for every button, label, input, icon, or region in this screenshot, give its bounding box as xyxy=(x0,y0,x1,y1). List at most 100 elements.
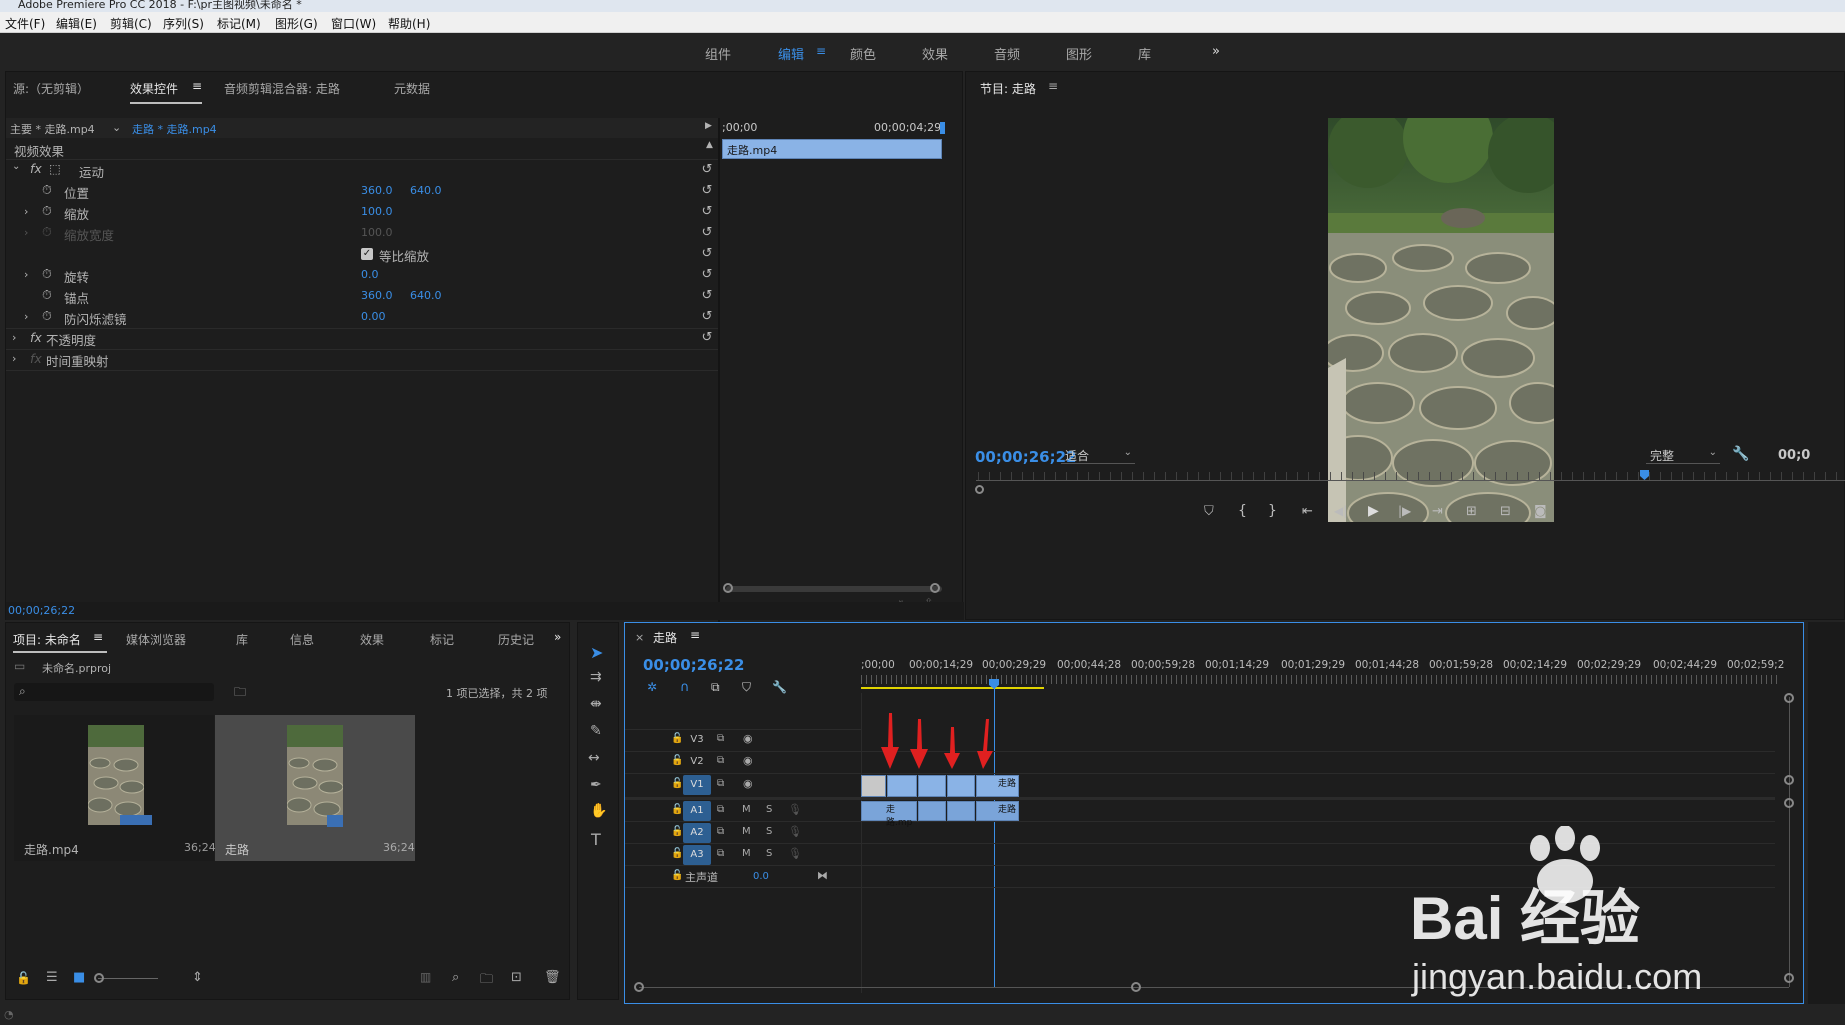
ws-graphics[interactable]: 图形 xyxy=(1066,44,1092,63)
reset-icon[interactable]: ↺ xyxy=(700,163,714,177)
v-scroll-handle[interactable] xyxy=(1784,775,1794,785)
expand-icon[interactable]: › xyxy=(24,310,28,323)
menu-window[interactable]: 窗口(W) xyxy=(331,15,376,32)
sync-lock-icon[interactable]: ⧉ xyxy=(717,804,724,815)
expand-icon[interactable]: › xyxy=(12,352,16,365)
play-icon[interactable]: ▶ xyxy=(1368,503,1379,519)
tab-media-browser[interactable]: 媒体浏览器 xyxy=(126,631,186,648)
expand-motion-icon[interactable]: ⌄ xyxy=(12,161,20,172)
stopwatch-icon[interactable]: ⏱ xyxy=(42,266,52,282)
ws-libraries[interactable]: 库 xyxy=(1138,44,1151,63)
go-to-out-icon[interactable]: ⇥ xyxy=(1432,504,1443,519)
stopwatch-icon[interactable]: ⏱ xyxy=(42,287,52,303)
project-item-selected[interactable]: 走路 36;24 xyxy=(215,715,415,861)
mini-timeline-scrollbar[interactable] xyxy=(726,586,942,592)
find-icon[interactable]: ⌕ xyxy=(452,970,459,985)
menu-edit[interactable]: 编辑(E) xyxy=(56,15,97,32)
menu-clip[interactable]: 剪辑(C) xyxy=(110,15,152,32)
split-divider[interactable] xyxy=(718,118,720,668)
ws-color[interactable]: 颜色 xyxy=(850,44,876,63)
prop-flicker-value[interactable]: 0.00 xyxy=(361,310,386,323)
sync-lock-icon[interactable]: ⧉ xyxy=(717,733,724,744)
menu-sequence[interactable]: 序列(S) xyxy=(163,15,204,32)
tab-project[interactable]: 项目: 未命名 xyxy=(13,631,81,648)
scroll-handle-left[interactable] xyxy=(723,583,733,593)
selection-tool-icon[interactable]: ➤ xyxy=(590,643,603,662)
lock-icon[interactable]: 🔓 xyxy=(671,826,683,837)
ws-assembly[interactable]: 组件 xyxy=(705,44,731,63)
timeline-timecode[interactable]: 00;00;26;22 xyxy=(643,656,745,674)
timeline-ruler[interactable]: ;00;00 00;00;14;29 00;00;29;29 00;00;44;… xyxy=(861,659,1784,693)
eye-icon[interactable]: ◉ xyxy=(743,754,753,767)
v-scroll-handle[interactable] xyxy=(1784,798,1794,808)
lock-icon[interactable]: 🔓 xyxy=(671,804,683,815)
uniform-scale-checkbox[interactable]: ✓ xyxy=(361,248,373,260)
track-a1[interactable]: A1 xyxy=(683,801,711,821)
overflow-icon[interactable]: » xyxy=(554,630,561,644)
prop-position-x[interactable]: 360.0 xyxy=(361,184,393,197)
razor-icon[interactable]: ✎ xyxy=(590,723,602,739)
expand-icon[interactable]: › xyxy=(24,205,28,218)
list-view-icon[interactable]: ☰ xyxy=(46,970,58,985)
mark-in-icon[interactable]: { xyxy=(1238,503,1247,519)
ws-effects[interactable]: 效果 xyxy=(922,44,948,63)
lock-icon[interactable]: 🔓 xyxy=(671,733,683,744)
hand-icon[interactable]: ✋ xyxy=(590,803,607,819)
track-select-icon[interactable]: ⇉ xyxy=(590,669,602,685)
h-scroll-handle-left[interactable] xyxy=(634,982,644,992)
mute-button[interactable]: M xyxy=(742,826,751,837)
ws-editing[interactable]: 编辑 xyxy=(778,44,804,63)
stopwatch-icon[interactable]: ⏱ xyxy=(42,182,52,198)
new-bin-folder-icon[interactable]: 🗀 xyxy=(234,683,246,704)
menu-marker[interactable]: 标记(M) xyxy=(217,15,261,32)
menu-file[interactable]: 文件(F) xyxy=(5,15,45,32)
ws-audio[interactable]: 音频 xyxy=(994,44,1020,63)
project-search-input[interactable]: ⌕ xyxy=(14,683,214,701)
wrench-icon[interactable]: 🔧 xyxy=(1732,446,1749,462)
mute-button[interactable]: M xyxy=(742,848,751,859)
new-bin-icon[interactable]: 🗀 xyxy=(480,970,493,992)
sync-lock-icon[interactable]: ⧉ xyxy=(717,826,724,837)
zoom-slider-handle[interactable] xyxy=(94,973,104,983)
go-to-in-icon[interactable]: ⇤ xyxy=(1302,504,1313,519)
type-tool-icon[interactable]: T xyxy=(591,830,601,849)
expand-icon[interactable]: › xyxy=(24,268,28,281)
reset-icon[interactable]: ↺ xyxy=(700,268,714,282)
extract-icon[interactable]: ⊟ xyxy=(1500,504,1511,519)
reset-icon[interactable]: ↺ xyxy=(700,331,714,345)
track-v3[interactable]: V3 xyxy=(683,730,711,750)
lock-icon[interactable]: 🔓 xyxy=(16,971,31,985)
reset-icon[interactable]: ↺ xyxy=(700,226,714,240)
fit-dropdown[interactable]: 适合 ⌄ xyxy=(1061,446,1135,464)
reset-icon[interactable]: ↺ xyxy=(700,310,714,324)
mic-icon[interactable]: 🎙 xyxy=(788,803,802,816)
tab-metadata[interactable]: 元数据 xyxy=(394,80,430,97)
a1-clip-group[interactable]: 走路.mp 走路 xyxy=(861,801,1019,828)
sync-lock-icon[interactable]: ⧉ xyxy=(717,755,724,766)
mic-icon[interactable]: 🎙 xyxy=(788,847,802,860)
menu-graphics[interactable]: 图形(G) xyxy=(275,15,318,32)
tab-markers[interactable]: 标记 xyxy=(430,631,454,648)
zoom-handle[interactable] xyxy=(975,485,984,494)
mic-icon[interactable]: 🎙 xyxy=(788,825,802,838)
pen-icon[interactable]: ✒ xyxy=(590,777,602,793)
track-v1[interactable]: V1 xyxy=(683,775,711,795)
program-title[interactable]: 节目: 走路 xyxy=(980,80,1036,97)
chevron-down-icon[interactable]: ⌄ xyxy=(112,121,121,134)
lock-icon[interactable]: 🔓 xyxy=(671,755,683,766)
reset-icon[interactable]: ↺ xyxy=(700,205,714,219)
camera-icon[interactable]: ◙ xyxy=(1534,504,1547,519)
solo-button[interactable]: S xyxy=(766,826,772,837)
nest-icon[interactable]: ✲ xyxy=(647,680,657,694)
prop-anchor-y[interactable]: 640.0 xyxy=(410,289,442,302)
reset-icon[interactable]: ↺ xyxy=(700,247,714,261)
step-forward-icon[interactable]: |▶ xyxy=(1398,504,1411,518)
tab-effect-controls[interactable]: 效果控件 xyxy=(130,80,178,97)
sequence-tab[interactable]: 走路 xyxy=(653,629,677,646)
prop-scale-value[interactable]: 100.0 xyxy=(361,205,393,218)
panel-menu-icon[interactable]: ≡ xyxy=(1048,79,1058,93)
tab-menu-icon[interactable]: ≡ xyxy=(192,79,202,93)
lock-icon[interactable]: 🔓 xyxy=(671,778,683,789)
program-scrubber[interactable] xyxy=(976,480,1845,481)
ripple-edit-icon[interactable]: ⇼ xyxy=(590,696,602,712)
